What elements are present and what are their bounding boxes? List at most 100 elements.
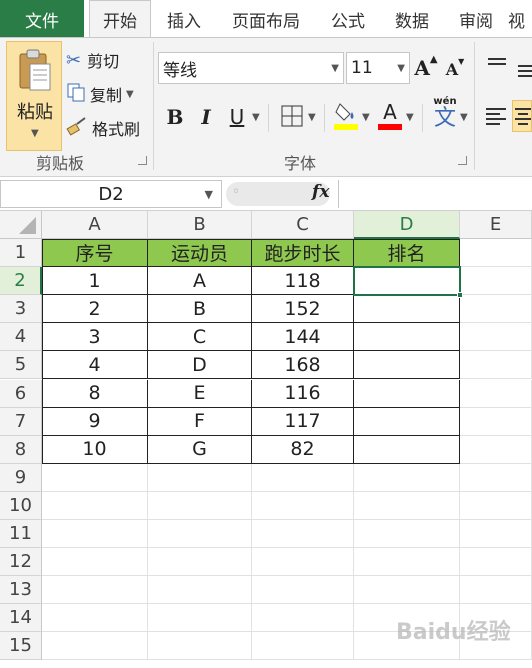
grid-cell[interactable] <box>42 491 148 520</box>
grid-cell[interactable] <box>252 632 354 661</box>
table-header-cell[interactable]: 排名 <box>354 239 460 268</box>
tab-file[interactable]: 文件 <box>0 0 84 38</box>
column-header-d[interactable]: D <box>354 211 460 239</box>
grid-cell[interactable] <box>460 435 532 464</box>
table-cell[interactable]: 8 <box>42 379 148 408</box>
underline-button[interactable]: U <box>224 102 250 132</box>
row-header-12[interactable]: 12 <box>0 548 42 577</box>
grid-cell[interactable] <box>252 491 354 520</box>
row-header-7[interactable]: 7 <box>0 407 42 436</box>
grid-cell[interactable] <box>148 548 252 577</box>
grid-cell[interactable] <box>42 604 148 633</box>
tab-data[interactable]: 数据 <box>384 0 440 38</box>
row-header-2[interactable]: 2 <box>0 267 42 296</box>
column-header-c[interactable]: C <box>252 211 354 239</box>
grid-cell[interactable] <box>42 576 148 605</box>
grid-cell[interactable] <box>460 520 532 549</box>
font-size-dropdown[interactable]: 11 ▼ <box>346 52 410 84</box>
table-cell[interactable]: 116 <box>252 379 354 408</box>
grid-cell[interactable] <box>354 520 460 549</box>
align-top-icon[interactable] <box>486 56 508 74</box>
table-cell[interactable]: F <box>148 407 252 436</box>
fill-handle[interactable] <box>457 292 463 299</box>
table-cell[interactable]: 168 <box>252 351 354 380</box>
grid-cell[interactable] <box>148 576 252 605</box>
select-all-corner[interactable] <box>0 211 42 239</box>
table-cell[interactable]: 3 <box>42 323 148 352</box>
table-cell[interactable]: 1 <box>42 267 148 296</box>
tab-formulas[interactable]: 公式 <box>320 0 376 38</box>
grid-cell[interactable] <box>148 463 252 492</box>
grid-cell[interactable] <box>460 267 532 296</box>
row-header-3[interactable]: 3 <box>0 295 42 324</box>
grid-cell[interactable] <box>354 576 460 605</box>
row-header-5[interactable]: 5 <box>0 351 42 380</box>
table-cell[interactable] <box>354 295 460 324</box>
grid-cell[interactable] <box>252 576 354 605</box>
resize-handle-icon[interactable]: ◦ <box>232 184 240 200</box>
column-header-a[interactable]: A <box>42 211 148 239</box>
increase-font-size-icon[interactable]: A ▲ <box>414 54 438 82</box>
grid-cell[interactable] <box>148 604 252 633</box>
table-cell[interactable]: E <box>148 379 252 408</box>
tab-page-layout[interactable]: 页面布局 <box>222 0 310 38</box>
table-cell[interactable]: 144 <box>252 323 354 352</box>
tab-home[interactable]: 开始 <box>89 0 151 38</box>
font-launcher-icon[interactable] <box>458 156 467 165</box>
grid-cell[interactable] <box>460 463 532 492</box>
font-color-dropdown-icon[interactable]: ▼ <box>406 112 414 123</box>
align-middle-icon[interactable] <box>516 56 532 86</box>
row-header-11[interactable]: 11 <box>0 520 42 549</box>
grid-cell[interactable] <box>460 576 532 605</box>
grid-cell[interactable] <box>460 295 532 324</box>
fill-color-icon[interactable] <box>334 100 360 132</box>
row-header-1[interactable]: 1 <box>0 239 42 268</box>
border-icon[interactable] <box>280 104 304 128</box>
name-box[interactable]: D2 ▼ <box>0 180 222 208</box>
grid-cell[interactable] <box>252 604 354 633</box>
grid-cell[interactable] <box>148 491 252 520</box>
row-header-13[interactable]: 13 <box>0 576 42 605</box>
grid-cell[interactable] <box>354 491 460 520</box>
formula-input[interactable] <box>338 180 532 208</box>
table-cell[interactable]: B <box>148 295 252 324</box>
phonetic-guide-icon[interactable]: wén 文 <box>430 96 460 134</box>
table-cell[interactable]: 2 <box>42 295 148 324</box>
row-header-15[interactable]: 15 <box>0 632 42 661</box>
row-header-4[interactable]: 4 <box>0 323 42 352</box>
grid-cell[interactable] <box>460 351 532 380</box>
grid-cell[interactable] <box>460 379 532 408</box>
cut-button[interactable]: ✂ 剪切 <box>66 48 119 72</box>
grid-cell[interactable] <box>42 548 148 577</box>
table-cell[interactable]: 4 <box>42 351 148 380</box>
column-header-b[interactable]: B <box>148 211 252 239</box>
border-dropdown-icon[interactable]: ▼ <box>308 112 316 123</box>
copy-button[interactable]: 复制 ▼ <box>66 82 134 106</box>
font-color-icon[interactable]: A <box>378 100 402 132</box>
table-cell[interactable]: 152 <box>252 295 354 324</box>
grid-cell[interactable] <box>42 520 148 549</box>
decrease-font-size-icon[interactable]: A ▼ <box>444 56 466 82</box>
table-cell[interactable]: 9 <box>42 407 148 436</box>
table-cell[interactable]: G <box>148 435 252 464</box>
grid-cell[interactable] <box>42 632 148 661</box>
grid-cell[interactable] <box>252 520 354 549</box>
grid-cell[interactable] <box>148 632 252 661</box>
align-center-button[interactable] <box>512 100 532 132</box>
table-cell[interactable]: D <box>148 351 252 380</box>
table-cell[interactable]: 117 <box>252 407 354 436</box>
font-name-dropdown[interactable]: 等线 ▼ <box>158 52 344 84</box>
table-cell[interactable]: 118 <box>252 267 354 296</box>
format-painter-button[interactable]: 格式刷 <box>66 116 140 140</box>
grid-cell[interactable] <box>354 463 460 492</box>
row-header-6[interactable]: 6 <box>0 379 42 408</box>
table-cell[interactable] <box>354 323 460 352</box>
row-header-14[interactable]: 14 <box>0 604 42 633</box>
grid-cell[interactable] <box>252 548 354 577</box>
underline-dropdown-icon[interactable]: ▼ <box>252 112 260 123</box>
table-cell[interactable] <box>354 435 460 464</box>
clipboard-launcher-icon[interactable] <box>138 156 147 165</box>
grid-cell[interactable] <box>460 548 532 577</box>
row-header-10[interactable]: 10 <box>0 491 42 520</box>
table-header-cell[interactable]: 跑步时长 <box>252 239 354 268</box>
